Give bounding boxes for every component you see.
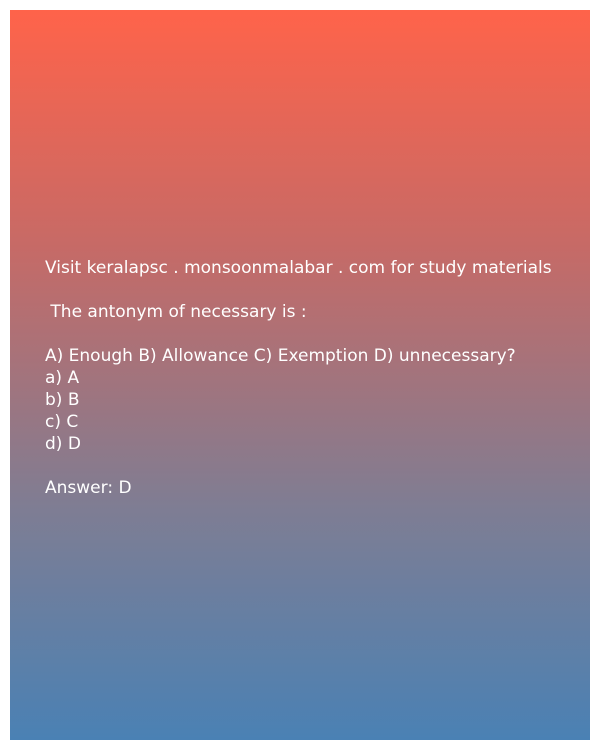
question-card: Visit keralapsc . monsoonmalabar . com f… <box>10 10 590 740</box>
site-promo-text: Visit keralapsc . monsoonmalabar . com f… <box>45 258 552 278</box>
choices-line: A) Enough B) Allowance C) Exemption D) u… <box>45 346 516 366</box>
option-d: d) D <box>45 434 81 454</box>
option-b: b) B <box>45 390 80 410</box>
answer-text: Answer: D <box>45 478 132 498</box>
option-a: a) A <box>45 368 80 388</box>
question-text: The antonym of necessary is : <box>45 302 307 322</box>
option-c: c) C <box>45 412 79 432</box>
question-content: Visit keralapsc . monsoonmalabar . com f… <box>45 257 580 499</box>
